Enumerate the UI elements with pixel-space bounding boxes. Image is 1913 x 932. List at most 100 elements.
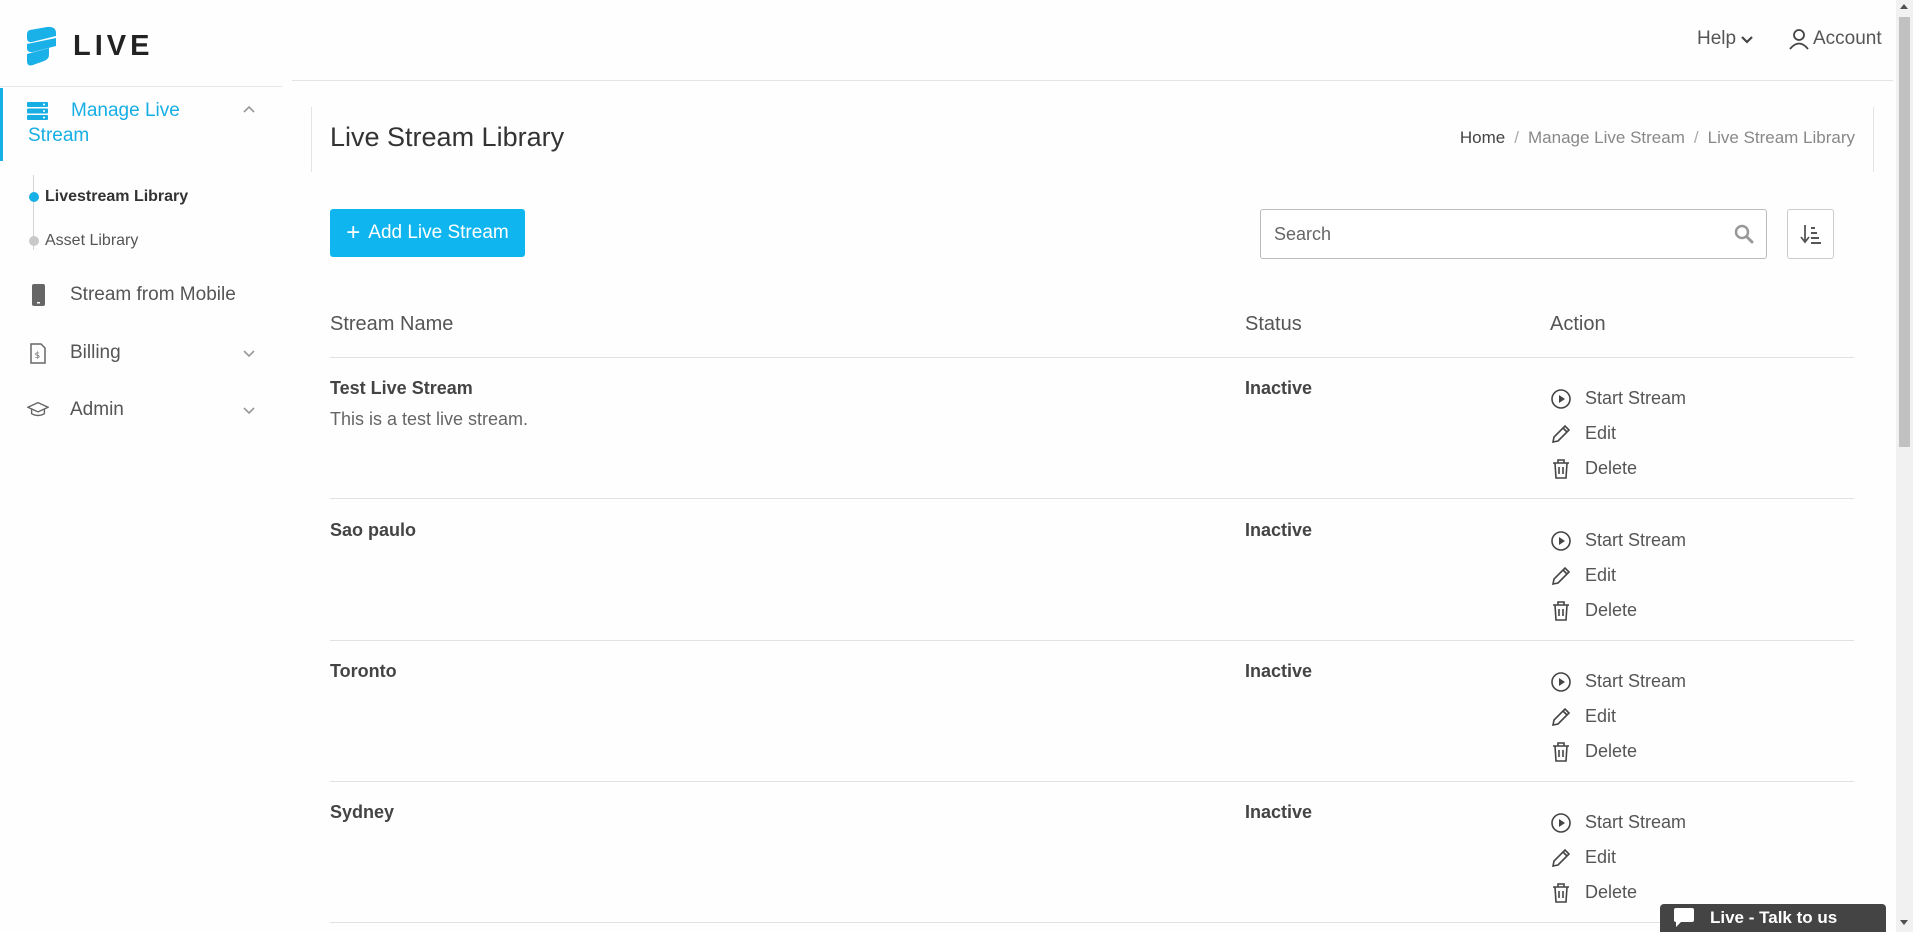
start-stream-action[interactable]: Start Stream xyxy=(1550,381,1686,416)
play-circle-icon xyxy=(1551,530,1571,551)
top-bar: Help Account xyxy=(292,0,1893,81)
account-label: Account xyxy=(1813,28,1882,49)
subitem-label: Livestream Library xyxy=(45,188,189,205)
delete-action[interactable]: Delete xyxy=(1550,734,1686,769)
chevron-down-icon[interactable] xyxy=(242,348,256,358)
pencil-icon xyxy=(1551,424,1571,443)
sidebar: LIVE Manage Live Stream Livestream Libra… xyxy=(0,0,282,932)
trash-icon xyxy=(1553,458,1569,479)
sort-button[interactable] xyxy=(1787,209,1834,259)
edit-label: Edit xyxy=(1585,565,1617,585)
scrollbar-thumb[interactable] xyxy=(1899,17,1910,447)
row-actions: Start Stream Edit Delete xyxy=(1550,381,1686,486)
start-stream-label: Start Stream xyxy=(1585,812,1687,832)
help-label: Help xyxy=(1697,28,1737,49)
logo[interactable]: LIVE xyxy=(25,26,153,66)
table-row: Toronto Inactive Start Stream Edit Delet… xyxy=(330,641,1854,782)
stream-description: This is a test live stream. xyxy=(330,409,529,429)
breadcrumb-home[interactable]: Home xyxy=(1460,128,1505,148)
start-stream-label: Start Stream xyxy=(1585,388,1687,408)
edit-label: Edit xyxy=(1585,423,1617,443)
stream-name: Sao paulo xyxy=(330,520,417,540)
sidebar-item-label: Admin xyxy=(70,399,124,420)
stream-status: Inactive xyxy=(1245,661,1313,681)
stream-status: Inactive xyxy=(1245,378,1313,398)
scroll-up-arrow-icon[interactable] xyxy=(1900,4,1908,9)
search-input[interactable] xyxy=(1274,222,1714,246)
play-circle-icon xyxy=(1551,388,1571,409)
stream-status: Inactive xyxy=(1245,802,1313,822)
play-circle-icon xyxy=(1551,671,1571,692)
breadcrumb-separator: / xyxy=(1514,128,1519,147)
edit-action[interactable]: Edit xyxy=(1550,558,1686,593)
sidebar-item-label: Billing xyxy=(70,342,121,363)
edit-label: Edit xyxy=(1585,847,1617,867)
subitem-label: Asset Library xyxy=(45,232,139,249)
pencil-icon xyxy=(1551,707,1571,726)
sidebar-item-label: Stream from Mobile xyxy=(70,284,236,305)
table-row: Sao paulo Inactive Start Stream Edit Del… xyxy=(330,500,1854,641)
sidebar-subitem-livestream-library[interactable]: Livestream Library xyxy=(29,188,188,206)
chevron-down-icon xyxy=(1741,35,1753,44)
sidebar-item-stream-from-mobile[interactable]: Stream from Mobile xyxy=(27,280,267,310)
header-action: Action xyxy=(1550,313,1606,335)
sidebar-subitem-asset-library[interactable]: Asset Library xyxy=(29,232,138,250)
user-icon xyxy=(1789,29,1809,50)
sidebar-item-billing[interactable]: $ Billing xyxy=(27,338,267,368)
help-menu[interactable]: Help xyxy=(1697,28,1753,50)
chevron-up-icon[interactable] xyxy=(242,104,256,114)
edit-label: Edit xyxy=(1585,706,1617,726)
delete-label: Delete xyxy=(1585,600,1638,620)
delete-action[interactable]: Delete xyxy=(1550,451,1686,486)
start-stream-label: Start Stream xyxy=(1585,671,1687,691)
row-actions: Start Stream Edit Delete xyxy=(1550,664,1686,769)
edit-action[interactable]: Edit xyxy=(1550,699,1686,734)
sidebar-item-label: Manage Live Stream xyxy=(28,100,180,146)
sidebar-item-admin[interactable]: Admin xyxy=(27,395,267,425)
breadcrumb-current: Live Stream Library xyxy=(1707,128,1855,147)
app-root: LIVE Manage Live Stream Livestream Libra… xyxy=(0,0,1913,932)
edit-action[interactable]: Edit xyxy=(1550,416,1686,451)
start-stream-label: Start Stream xyxy=(1585,530,1687,550)
graduation-cap-icon xyxy=(27,399,49,421)
delete-label: Delete xyxy=(1585,882,1638,902)
add-live-stream-button[interactable]: + Add Live Stream xyxy=(330,209,525,257)
stream-name: Test Live Stream xyxy=(330,378,473,398)
sort-descending-icon xyxy=(1799,225,1821,244)
start-stream-action[interactable]: Start Stream xyxy=(1550,523,1686,558)
table-row: Test Live Stream This is a test live str… xyxy=(330,358,1854,499)
inactive-dot xyxy=(29,236,39,246)
svg-text:$: $ xyxy=(35,351,41,361)
account-menu[interactable]: Account xyxy=(1788,28,1882,50)
add-live-stream-label: Add Live Stream xyxy=(368,222,509,243)
start-stream-action[interactable]: Start Stream xyxy=(1550,805,1686,840)
vertical-scrollbar[interactable] xyxy=(1896,0,1913,932)
delete-label: Delete xyxy=(1585,741,1638,761)
active-indicator xyxy=(0,88,3,161)
page-header: Live Stream Library Home / Manage Live S… xyxy=(311,107,1874,172)
logo-text: LIVE xyxy=(73,29,154,62)
pencil-icon xyxy=(1551,566,1571,585)
trash-icon xyxy=(1553,882,1569,903)
stream-name: Sydney xyxy=(330,802,395,822)
live-logo-icon xyxy=(27,26,56,66)
plus-icon: + xyxy=(346,219,361,246)
delete-action[interactable]: Delete xyxy=(1550,593,1686,628)
page-title: Live Stream Library xyxy=(330,122,565,152)
scroll-down-arrow-icon[interactable] xyxy=(1900,920,1908,925)
delete-label: Delete xyxy=(1585,458,1638,478)
trash-icon xyxy=(1553,741,1569,762)
breadcrumb-manage-live-stream[interactable]: Manage Live Stream xyxy=(1528,128,1685,148)
live-chat-widget[interactable]: Live - Talk to us xyxy=(1660,904,1886,932)
edit-action[interactable]: Edit xyxy=(1550,840,1686,875)
chat-label: Live - Talk to us xyxy=(1710,908,1838,927)
stream-status: Inactive xyxy=(1245,520,1313,540)
row-actions: Start Stream Edit Delete xyxy=(1550,805,1686,910)
sidebar-item-manage-live-stream[interactable]: Manage Live Stream xyxy=(0,88,282,161)
trash-icon xyxy=(1553,600,1569,621)
stream-name: Toronto xyxy=(330,661,397,681)
chevron-down-icon[interactable] xyxy=(242,405,256,415)
chat-bubble-icon xyxy=(1674,908,1694,927)
search-icon[interactable] xyxy=(1734,224,1754,244)
start-stream-action[interactable]: Start Stream xyxy=(1550,664,1686,699)
